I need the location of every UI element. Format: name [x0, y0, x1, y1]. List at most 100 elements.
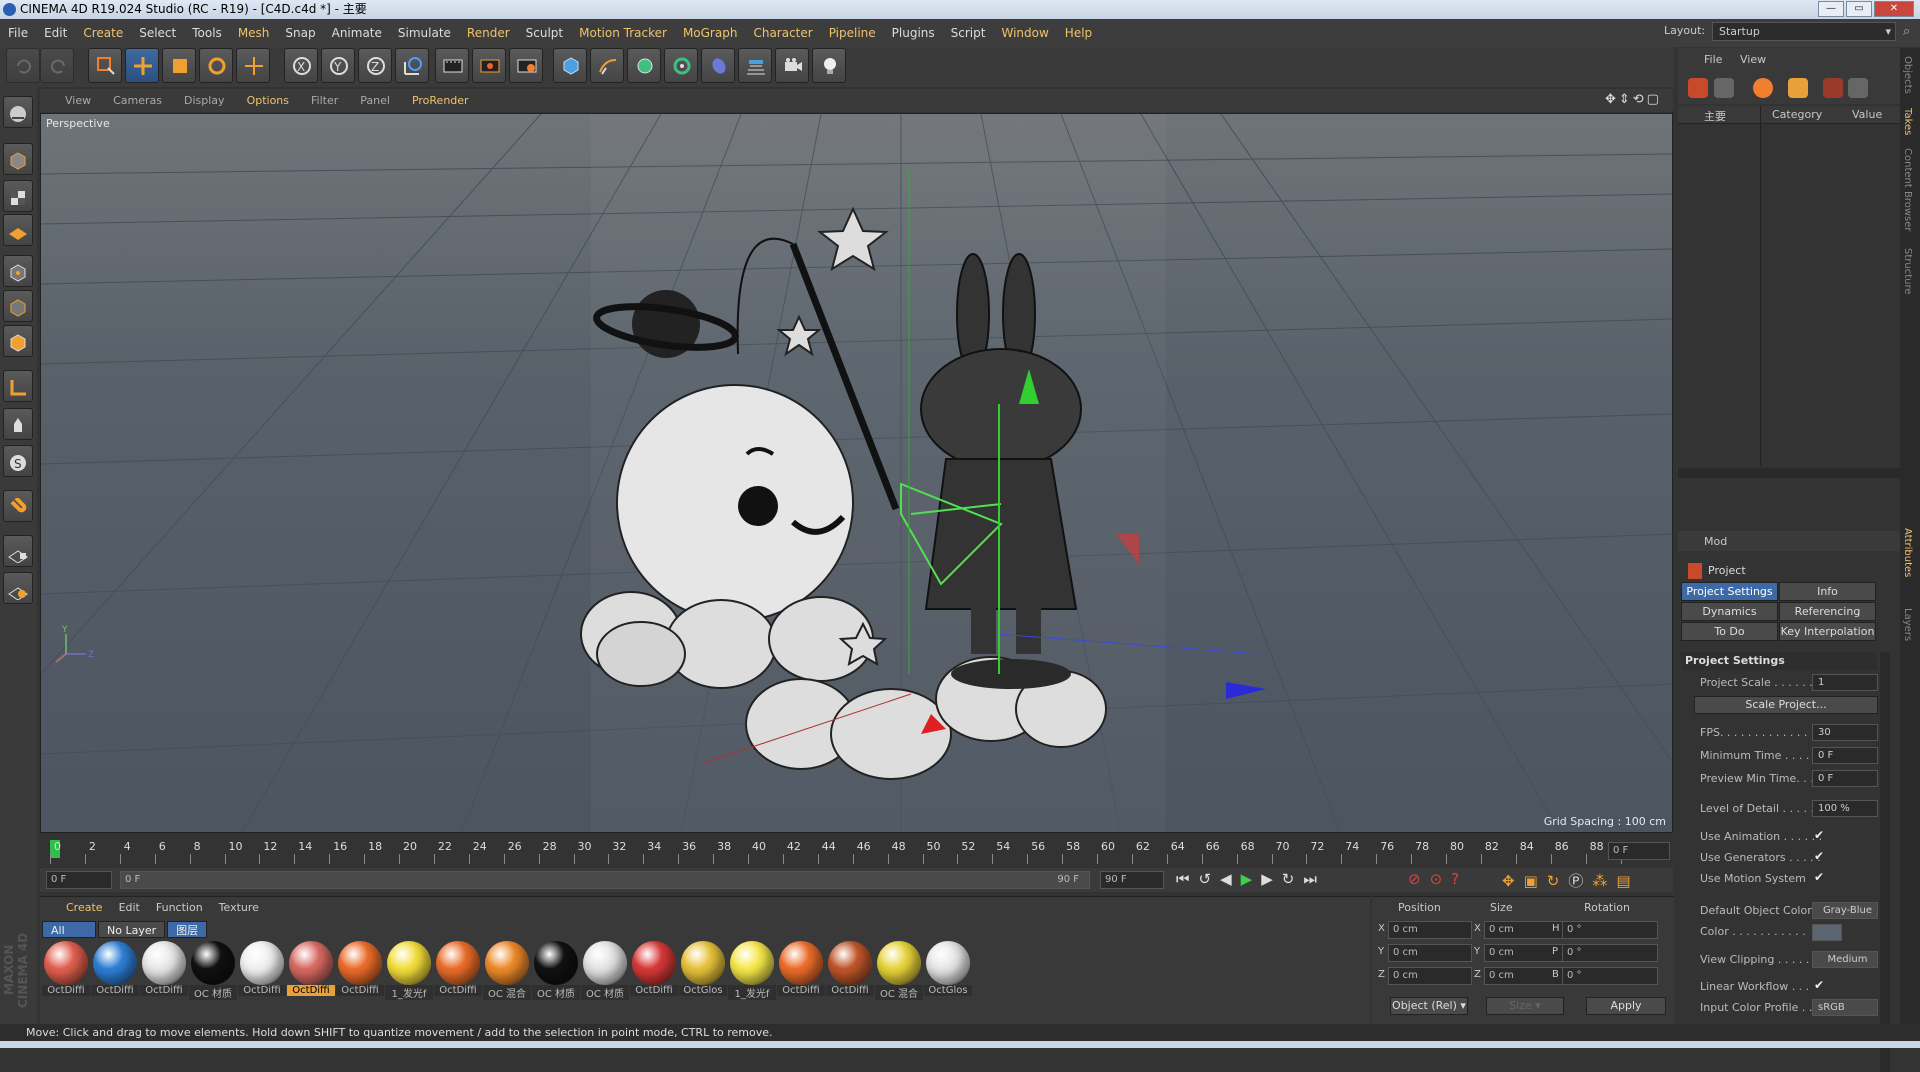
coord-pos-field[interactable]: 0 cm: [1388, 921, 1472, 939]
axis-mode-icon[interactable]: [3, 370, 33, 402]
key-param-icon[interactable]: Ⓟ: [1568, 872, 1592, 890]
color-swatch[interactable]: [1812, 924, 1842, 941]
checkmark-icon[interactable]: ✔: [1814, 978, 1824, 992]
workplane-mode-icon[interactable]: [3, 214, 33, 246]
key-position-icon[interactable]: ✥: [1502, 872, 1524, 890]
material-swatch[interactable]: OctDiffi: [42, 941, 90, 996]
menu-character[interactable]: Character: [753, 26, 812, 40]
autokey-icon[interactable]: ⊙: [1430, 870, 1452, 888]
material-swatch[interactable]: OctDiffi: [336, 941, 384, 996]
floor-button[interactable]: [738, 48, 772, 83]
points-mode-icon[interactable]: [3, 255, 33, 287]
cloner-button[interactable]: [664, 48, 698, 83]
material-filter-2[interactable]: 图层: [167, 921, 208, 938]
render-picture-viewer-button[interactable]: [472, 48, 506, 83]
x-axis-button[interactable]: X: [284, 48, 318, 83]
render-settings-button[interactable]: [509, 48, 543, 83]
checkmark-icon[interactable]: ✔: [1814, 828, 1824, 842]
make-editable-button[interactable]: [3, 96, 33, 128]
preview-range-slider[interactable]: 0 F 90 F: [120, 871, 1090, 889]
search-icon[interactable]: ⌕: [1903, 24, 1910, 39]
render-view-button[interactable]: [435, 48, 469, 83]
pen-spline-button[interactable]: [590, 48, 624, 83]
coordinate-system-button[interactable]: [395, 48, 429, 83]
key-rotation-icon[interactable]: ↻: [1547, 872, 1569, 890]
side-tab-structure[interactable]: Structure: [1902, 248, 1913, 295]
recent-tool-button[interactable]: [236, 48, 270, 83]
menu-select[interactable]: Select: [139, 26, 176, 40]
material-swatch[interactable]: OC 混合: [875, 941, 923, 1000]
coord-rot-field[interactable]: 0 °: [1562, 944, 1658, 962]
deformer-button[interactable]: [701, 48, 735, 83]
material-swatch[interactable]: OctDiffi: [91, 941, 139, 996]
rotate-tool-button[interactable]: [199, 48, 233, 83]
menu-sculpt[interactable]: Sculpt: [526, 26, 563, 40]
viewport-menu-filter[interactable]: Filter: [311, 94, 338, 107]
key-scale-icon[interactable]: ▣: [1524, 872, 1547, 890]
play-icon[interactable]: ▶: [1241, 870, 1262, 888]
menu-help[interactable]: Help: [1065, 26, 1092, 40]
material-swatch[interactable]: 1_发光f: [385, 941, 433, 1000]
input-color-profile-dropdown[interactable]: sRGB: [1812, 999, 1878, 1016]
material-swatch[interactable]: OctDiffi: [630, 941, 678, 996]
coord-rot-field[interactable]: 0 °: [1562, 967, 1658, 985]
z-axis-button[interactable]: Z: [358, 48, 392, 83]
keyframe-controls[interactable]: ⊘⊙?: [1408, 870, 1468, 888]
menu-animate[interactable]: Animate: [332, 26, 382, 40]
menu-snap[interactable]: Snap: [285, 26, 315, 40]
menu-render[interactable]: Render: [467, 26, 510, 40]
menu-edit[interactable]: Edit: [44, 26, 67, 40]
side-tab-objects[interactable]: Objects: [1902, 56, 1913, 94]
close-button[interactable]: ✕: [1874, 1, 1914, 17]
material-swatch[interactable]: OctGlos: [679, 941, 727, 996]
move-tool-button[interactable]: [125, 48, 159, 83]
default-object-color-dropdown[interactable]: Gray-Blue: [1812, 902, 1878, 919]
coordinate-mode-dropdown[interactable]: Object (Rel) ▾: [1390, 997, 1468, 1015]
attr-row-field[interactable]: 0 F: [1812, 770, 1878, 787]
start-frame-field[interactable]: 0 F: [46, 871, 112, 889]
key-pla-icon[interactable]: ⁂: [1592, 872, 1616, 890]
menu-plugins[interactable]: Plugins: [892, 26, 935, 40]
coord-pos-field[interactable]: 0 cm: [1388, 944, 1472, 962]
material-swatch[interactable]: OctDiffi: [777, 941, 825, 996]
menu-window[interactable]: Window: [1001, 26, 1048, 40]
keyframe-selection-icon[interactable]: ?: [1451, 870, 1468, 888]
viewport-menu-options[interactable]: Options: [247, 94, 289, 107]
layout-dropdown[interactable]: Startup ▾: [1712, 22, 1896, 41]
y-axis-button[interactable]: Y: [321, 48, 355, 83]
grid-snap-icon[interactable]: [3, 572, 33, 604]
next-frame-icon[interactable]: ▶: [1261, 870, 1282, 888]
material-filter-0[interactable]: All: [42, 921, 96, 938]
attributes-scrollbar[interactable]: [1880, 652, 1890, 1072]
view-clipping-dropdown[interactable]: Medium: [1812, 951, 1878, 968]
key-track-controls[interactable]: ✥▣↻Ⓟ⁂▤: [1502, 870, 1640, 891]
menu-motion-tracker[interactable]: Motion Tracker: [579, 26, 667, 40]
material-menu-edit[interactable]: Edit: [119, 901, 140, 914]
apply-button[interactable]: Apply: [1586, 997, 1666, 1015]
material-swatch[interactable]: OC 材质: [581, 941, 629, 1000]
material-menu-function[interactable]: Function: [156, 901, 203, 914]
material-swatch[interactable]: OC 材质: [189, 941, 237, 1000]
end-frame-field[interactable]: 90 F: [1100, 871, 1164, 889]
undo-button[interactable]: [6, 48, 40, 83]
side-tab-takes[interactable]: Takes: [1902, 108, 1913, 135]
snap-icon[interactable]: S: [3, 445, 33, 477]
material-swatch[interactable]: OctGlos: [924, 941, 972, 996]
material-swatch[interactable]: OctDiffi: [140, 941, 188, 996]
redo-button[interactable]: [40, 48, 74, 83]
prev-key-icon[interactable]: ↺: [1199, 870, 1221, 888]
coord-pos-field[interactable]: 0 cm: [1388, 967, 1472, 985]
menu-create[interactable]: Create: [83, 26, 123, 40]
material-swatch[interactable]: OC 材质: [532, 941, 580, 1000]
attr-row-field[interactable]: 100 %: [1812, 800, 1878, 817]
material-swatch[interactable]: 1_发光f: [728, 941, 776, 1000]
viewport-menu-cameras[interactable]: Cameras: [113, 94, 162, 107]
material-swatch[interactable]: OctDiffi: [826, 941, 874, 996]
model-mode-icon[interactable]: [3, 143, 33, 175]
timeline-window-icon[interactable]: ▤: [1616, 872, 1639, 890]
viewport-perspective[interactable]: Perspective Y Z Grid Spacing: 100 cm: [40, 113, 1673, 833]
viewport-menu-display[interactable]: Display: [184, 94, 225, 107]
go-to-end-icon[interactable]: ⏭: [1303, 870, 1326, 888]
texture-mode-icon[interactable]: [3, 180, 33, 212]
size-mode-dropdown[interactable]: Size ▾: [1486, 997, 1564, 1015]
